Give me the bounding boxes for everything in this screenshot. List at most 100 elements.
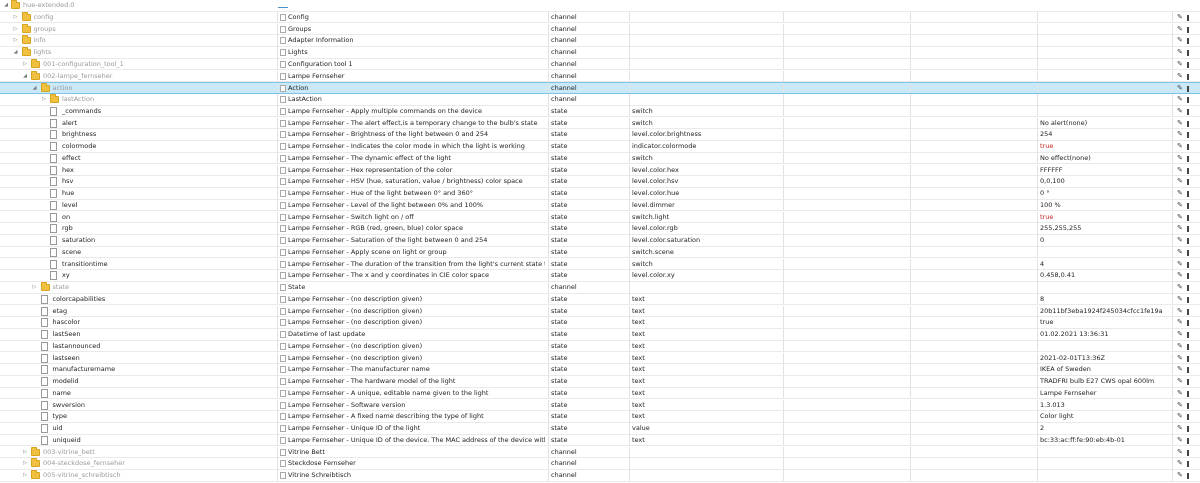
object-value[interactable] <box>1037 83 1170 93</box>
object-value[interactable]: 1.3.013 <box>1037 399 1170 411</box>
function-cell[interactable] <box>910 58 1035 70</box>
object-role[interactable]: switch <box>629 117 781 129</box>
room-cell[interactable] <box>783 329 908 340</box>
name-cell[interactable]: Vitrine Schreibtisch <box>277 470 545 481</box>
object-value[interactable] <box>1037 105 1170 117</box>
name-cell[interactable]: Lampe Fernseher - HSV (hue, saturation, … <box>277 176 545 187</box>
delete-icon[interactable] <box>1187 226 1189 233</box>
edit-pencil-icon[interactable]: ✎ <box>1177 294 1183 305</box>
edit-pencil-icon[interactable]: ✎ <box>1177 388 1183 399</box>
object-role[interactable] <box>629 470 781 481</box>
object-role[interactable]: level.color.rgb <box>629 223 781 234</box>
object-role[interactable]: switch.scene <box>629 246 781 258</box>
room-cell[interactable] <box>783 70 908 82</box>
edit-pencil-icon[interactable]: ✎ <box>1177 118 1183 129</box>
room-cell[interactable] <box>783 58 908 70</box>
function-cell[interactable] <box>910 376 1035 387</box>
name-cell[interactable]: Lampe Fernseher - Hex representation of … <box>277 164 545 176</box>
object-role[interactable]: text <box>629 352 781 364</box>
object-value[interactable] <box>1037 23 1170 35</box>
object-role[interactable] <box>629 94 781 105</box>
name-cell[interactable]: Lampe Fernseher - The hardware model of … <box>277 376 545 387</box>
function-cell[interactable] <box>910 164 1035 176</box>
tree-row-lastseen[interactable]: lastSeen Datetime of last update state text… <box>0 329 1200 341</box>
edit-pencil-icon[interactable]: ✎ <box>1177 306 1183 317</box>
tree-row-transitiontime[interactable]: transitiontime Lampe Fernseher - The dura… <box>0 258 1200 271</box>
tree-row-004-steckdose-fernseher[interactable]: ▷ 004-steckdose_fernseher Steckdose Fernse… <box>0 458 1200 470</box>
object-value[interactable] <box>1037 11 1170 23</box>
delete-icon[interactable] <box>1187 367 1189 374</box>
room-cell[interactable] <box>783 129 908 140</box>
function-cell[interactable] <box>910 446 1035 458</box>
name-cell[interactable]: Lampe Fernseher - The dynamic effect of … <box>277 152 545 164</box>
object-role[interactable]: level.color.hsv <box>629 176 781 187</box>
object-role[interactable] <box>629 446 781 458</box>
object-role[interactable]: level.color.saturation <box>629 235 781 246</box>
name-cell[interactable]: Lampe Fernseher - Saturation of the ligh… <box>277 235 545 246</box>
object-value[interactable]: TRADFRI bulb E27 CWS opal 600lm <box>1037 376 1170 387</box>
object-role[interactable]: text <box>629 305 781 317</box>
tree-row-name[interactable]: name Lampe Fernseher - A unique, editable… <box>0 387 1200 400</box>
name-cell[interactable]: Config <box>277 11 545 23</box>
object-role[interactable] <box>629 282 781 293</box>
object-value[interactable]: true <box>1037 141 1170 152</box>
collapse-arrow-icon[interactable]: ◢ <box>21 71 29 82</box>
object-value[interactable]: true <box>1037 211 1170 223</box>
object-value[interactable]: 20b11bf3eba1924f245034cfcc1fe19a <box>1037 305 1170 317</box>
object-value[interactable]: 0 ° <box>1037 188 1170 199</box>
edit-pencil-icon[interactable]: ✎ <box>1177 153 1183 164</box>
expand-arrow-icon[interactable]: ▷ <box>21 470 29 481</box>
delete-icon[interactable] <box>1187 285 1189 291</box>
expand-all-icon[interactable] <box>278 3 288 8</box>
edit-pencil-icon[interactable]: ✎ <box>1177 223 1183 234</box>
edit-pencil-icon[interactable]: ✎ <box>1177 59 1183 70</box>
edit-pencil-icon[interactable]: ✎ <box>1177 458 1183 469</box>
edit-pencil-icon[interactable]: ✎ <box>1177 47 1183 58</box>
object-role[interactable]: text <box>629 399 781 411</box>
object-value[interactable] <box>1037 340 1170 352</box>
object-value[interactable] <box>1037 47 1170 58</box>
function-cell[interactable] <box>910 352 1035 364</box>
tree-row-etag[interactable]: etag Lampe Fernseher - (no description gi… <box>0 305 1200 318</box>
edit-pencil-icon[interactable]: ✎ <box>1177 423 1183 434</box>
delete-icon[interactable] <box>1187 402 1189 409</box>
name-cell[interactable]: State <box>277 282 545 293</box>
function-cell[interactable] <box>910 11 1035 23</box>
name-cell[interactable]: Lampe Fernseher - Indicates the color mo… <box>277 141 545 152</box>
function-cell[interactable] <box>910 305 1035 317</box>
function-cell[interactable] <box>910 23 1035 35</box>
tree-row-scene[interactable]: scene Lampe Fernseher - Apply scene on li… <box>0 246 1200 259</box>
tree-row-groups[interactable]: ▷ groups Groups channel ✎ <box>0 23 1200 36</box>
function-cell[interactable] <box>910 117 1035 129</box>
name-cell[interactable]: Lampe Fernseher - Apply scene on light o… <box>277 246 545 258</box>
edit-pencil-icon[interactable]: ✎ <box>1177 411 1183 422</box>
name-cell[interactable]: Lampe Fernseher <box>277 70 545 82</box>
edit-pencil-icon[interactable]: ✎ <box>1177 106 1183 117</box>
delete-icon[interactable] <box>1187 73 1189 80</box>
object-value[interactable]: Lampe Fernseher <box>1037 387 1170 399</box>
edit-pencil-icon[interactable]: ✎ <box>1177 282 1183 293</box>
tree-row-action[interactable]: ◢ action Action channel ✎ <box>0 82 1200 94</box>
tree-row-lastaction[interactable]: ▷ lastAction LastAction channel ✎ <box>0 94 1200 106</box>
function-cell[interactable] <box>910 282 1035 293</box>
edit-pencil-icon[interactable]: ✎ <box>1177 141 1183 152</box>
function-cell[interactable] <box>910 246 1035 258</box>
name-cell[interactable]: Groups <box>277 23 545 35</box>
name-cell[interactable]: Lampe Fernseher - The manufacturer name <box>277 364 545 375</box>
object-value[interactable]: Color light <box>1037 411 1170 422</box>
delete-icon[interactable] <box>1187 155 1189 162</box>
name-cell[interactable]: Lampe Fernseher - (no description given) <box>277 293 545 305</box>
delete-icon[interactable] <box>1187 132 1189 139</box>
object-value[interactable]: 2 <box>1037 423 1170 434</box>
object-value[interactable]: No effect(none) <box>1037 152 1170 164</box>
delete-icon[interactable] <box>1187 379 1189 385</box>
function-cell[interactable] <box>910 223 1035 234</box>
delete-icon[interactable] <box>1187 332 1189 338</box>
tree-row-colorcapabilities[interactable]: colorcapabilities Lampe Fernseher - (no d… <box>0 293 1200 306</box>
object-role[interactable] <box>629 11 781 23</box>
delete-icon[interactable] <box>1187 343 1189 350</box>
expand-arrow-icon[interactable]: ▷ <box>12 12 20 23</box>
delete-icon[interactable] <box>1187 238 1189 244</box>
object-role[interactable]: text <box>629 434 781 446</box>
room-cell[interactable] <box>783 340 908 352</box>
